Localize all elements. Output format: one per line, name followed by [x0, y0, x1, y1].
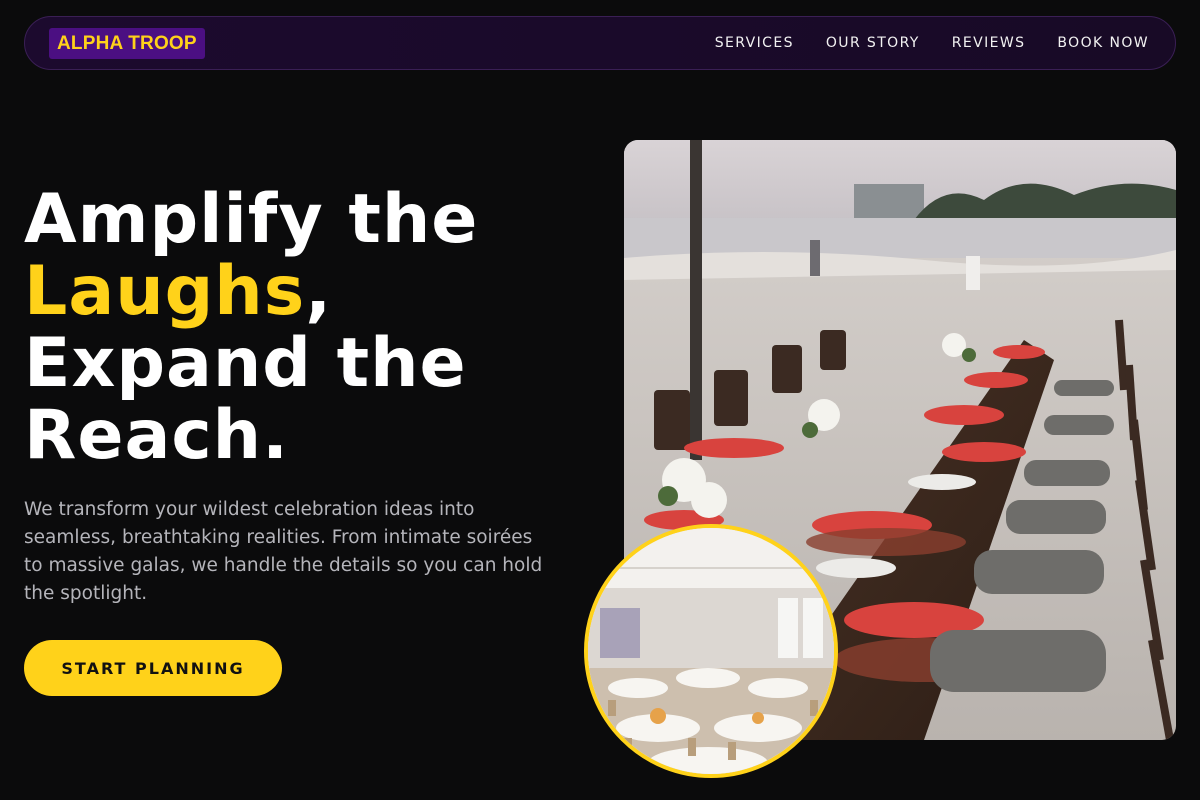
headline-comma: , — [305, 252, 333, 331]
brand-logo[interactable]: ALPHA TROOP — [49, 27, 205, 59]
nav-links: SERVICES OUR STORY REVIEWS BOOK NOW — [715, 35, 1151, 51]
hero-headline: Amplify the Laughs, Expand the Reach. — [24, 184, 584, 472]
headline-line-4: Reach. — [24, 396, 289, 475]
hero-description: We transform your wildest celebration id… — [24, 499, 543, 604]
nav-link-book-now[interactable]: BOOK NOW — [1057, 35, 1149, 51]
headline-highlight: Laughs — [24, 252, 306, 331]
headline-line-1: Amplify the — [24, 180, 479, 259]
nav-link-our-story[interactable]: OUR STORY — [826, 35, 920, 51]
nav-link-services[interactable]: SERVICES — [715, 35, 794, 51]
top-nav: ALPHA TROOP SERVICES OUR STORY REVIEWS B… — [24, 16, 1176, 70]
nav-link-reviews[interactable]: REVIEWS — [952, 35, 1026, 51]
banquet-hall-photo — [584, 524, 838, 778]
headline-line-3: Expand the — [24, 324, 467, 403]
start-planning-button[interactable]: START PLANNING — [24, 640, 282, 696]
